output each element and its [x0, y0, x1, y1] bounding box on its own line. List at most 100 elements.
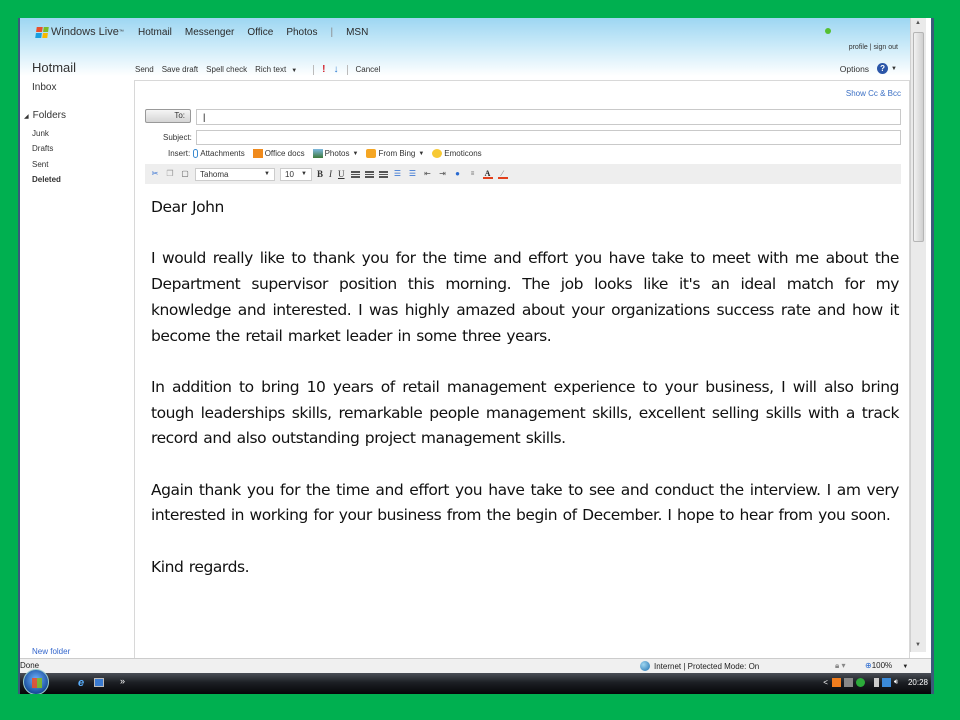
sidebar-item-deleted[interactable]: Deleted [32, 175, 61, 184]
increase-indent-icon[interactable]: ⇥ [438, 169, 448, 179]
nav-messenger[interactable]: Messenger [185, 27, 234, 38]
nav-separator: | [330, 27, 334, 38]
tray-app-icon[interactable] [831, 677, 841, 687]
options-menu[interactable]: Options ? ▼ [840, 63, 897, 74]
browser-status-bar: Done Internet | Protected Mode: On 🔒︎ ▾ … [20, 658, 931, 673]
scroll-up-icon[interactable]: ▲ [915, 20, 921, 26]
insert-photos-label: Photos [324, 149, 350, 158]
chevron-down-icon[interactable]: ▼ [891, 66, 897, 72]
command-bar: Send Save draft Spell check Rich text ▼ !… [135, 64, 388, 75]
bold-button[interactable]: B [317, 169, 323, 179]
app-title[interactable]: Hotmail [32, 60, 76, 75]
scrollbar-thumb[interactable] [913, 32, 924, 242]
spellcheck-abc-icon[interactable]: ≡ [468, 169, 478, 179]
underline-button[interactable]: U [338, 169, 345, 179]
insert-emoticons[interactable]: Emoticons [432, 149, 482, 158]
decrease-indent-icon[interactable]: ⇤ [423, 169, 433, 179]
italic-button[interactable]: I [329, 169, 332, 179]
sidebar-item-drafts[interactable]: Drafts [32, 144, 53, 153]
tray-green-icon[interactable] [855, 677, 865, 687]
bullet-list-icon[interactable]: ☰ [408, 169, 418, 179]
to-input[interactable]: | [196, 109, 901, 125]
scroll-down-icon[interactable]: ▼ [915, 642, 921, 648]
help-icon[interactable]: ? [877, 63, 889, 74]
show-desktop-icon[interactable] [94, 678, 104, 687]
profile-signout-links[interactable]: profile | sign out [849, 44, 898, 51]
vertical-scrollbar[interactable]: ▲ ▼ [910, 18, 926, 652]
nav-hotmail[interactable]: Hotmail [138, 27, 172, 38]
rich-text-dropdown[interactable]: Rich text ▼ [255, 65, 305, 74]
body-paragraph-2: In addition to bring 10 years of retail … [151, 377, 899, 448]
zoom-level[interactable]: ⊕100% ▼ [865, 661, 908, 670]
body-closing: Kind regards. [151, 557, 250, 576]
highlight-icon[interactable]: ∕ [497, 169, 508, 179]
insert-from-bing[interactable]: From Bing ▼ [366, 149, 424, 158]
font-size-value: 10 [285, 169, 294, 179]
save-draft-button[interactable]: Save draft [162, 65, 198, 74]
font-color-icon[interactable]: A [482, 169, 493, 179]
insert-office-docs[interactable]: Office docs [252, 149, 305, 158]
internet-explorer-icon[interactable]: e [78, 677, 84, 689]
security-icon[interactable]: 🔒︎ ▾ [835, 661, 846, 671]
spell-check-button[interactable]: Spell check [206, 65, 247, 74]
insert-office-docs-label: Office docs [264, 149, 305, 158]
volume-icon[interactable]: 🔉︎ [894, 677, 899, 687]
sidebar: Hotmail Inbox ◢ Folders Junk Drafts Sent … [20, 58, 135, 658]
network-icon[interactable] [843, 677, 853, 687]
zone-text: Internet | Protected Mode: On [654, 661, 760, 671]
font-size-select[interactable]: 10 ▼ [280, 167, 312, 181]
align-left-icon[interactable] [350, 170, 360, 178]
quick-launch-more[interactable]: » [120, 676, 125, 686]
align-right-icon[interactable] [378, 170, 388, 178]
clock[interactable]: 20:28 [908, 678, 928, 687]
show-cc-bcc-link[interactable]: Show Cc & Bcc [846, 89, 901, 98]
online-status-icon[interactable] [825, 28, 831, 34]
browser-window: Windows Live ™ Hotmail Messenger Office P… [18, 18, 934, 694]
chevron-down-icon: ▼ [352, 150, 359, 157]
tray-expand-icon[interactable]: < [823, 678, 828, 687]
bing-icon [366, 149, 377, 158]
subject-input[interactable] [196, 130, 901, 145]
sidebar-item-sent[interactable]: Sent [32, 160, 48, 169]
copy-icon[interactable]: ❐ [165, 169, 175, 179]
subject-label: Subject: [163, 133, 192, 142]
body-greeting: Dear John [151, 198, 224, 216]
chevron-down-icon: ▼ [902, 664, 909, 670]
magnifier-icon: ⊕ [865, 661, 872, 670]
nav-photos[interactable]: Photos [286, 27, 317, 38]
low-priority-icon[interactable]: ↓ [334, 64, 339, 75]
body-paragraph-1: I would really like to thank you for the… [151, 249, 899, 345]
emoticon-icon [432, 149, 443, 158]
windows-flag-icon [35, 26, 49, 38]
options-label: Options [839, 63, 870, 74]
security-zone[interactable]: Internet | Protected Mode: On [640, 661, 759, 671]
new-folder-link[interactable]: New folder [32, 647, 70, 656]
nav-msn[interactable]: MSN [346, 27, 368, 38]
globe-icon [640, 661, 650, 671]
high-priority-icon[interactable]: ! [322, 64, 325, 75]
insert-link-icon[interactable]: ● [453, 169, 463, 179]
windows-live-logo[interactable]: Windows Live ™ [35, 26, 124, 38]
sidebar-item-junk[interactable]: Junk [32, 129, 49, 138]
folders-toggle[interactable]: ◢ Folders [24, 110, 66, 121]
sidebar-item-inbox[interactable]: Inbox [32, 82, 56, 93]
align-center-icon[interactable] [364, 170, 374, 178]
power-icon[interactable] [873, 677, 879, 687]
send-button[interactable]: Send [135, 65, 154, 74]
divider [313, 64, 315, 75]
paste-icon[interactable]: ▢ [180, 169, 190, 179]
font-family-value: Tahoma [200, 169, 229, 179]
message-body[interactable]: Dear John I would really like to thank y… [151, 195, 899, 606]
numbered-list-icon[interactable]: ☰ [393, 169, 403, 179]
cancel-button[interactable]: Cancel [356, 65, 381, 74]
brand-name: Windows Live [51, 26, 119, 38]
insert-attachments[interactable]: Attachments [193, 149, 245, 158]
insert-label: Insert: [168, 149, 191, 158]
sync-icon[interactable] [881, 677, 891, 687]
insert-photos[interactable]: Photos ▼ [312, 149, 359, 158]
start-button[interactable] [23, 669, 49, 694]
cut-icon[interactable]: ✂ [150, 169, 160, 179]
nav-office[interactable]: Office [247, 27, 273, 38]
to-button[interactable]: To: [145, 109, 191, 123]
font-family-select[interactable]: Tahoma ▼ [195, 167, 275, 181]
